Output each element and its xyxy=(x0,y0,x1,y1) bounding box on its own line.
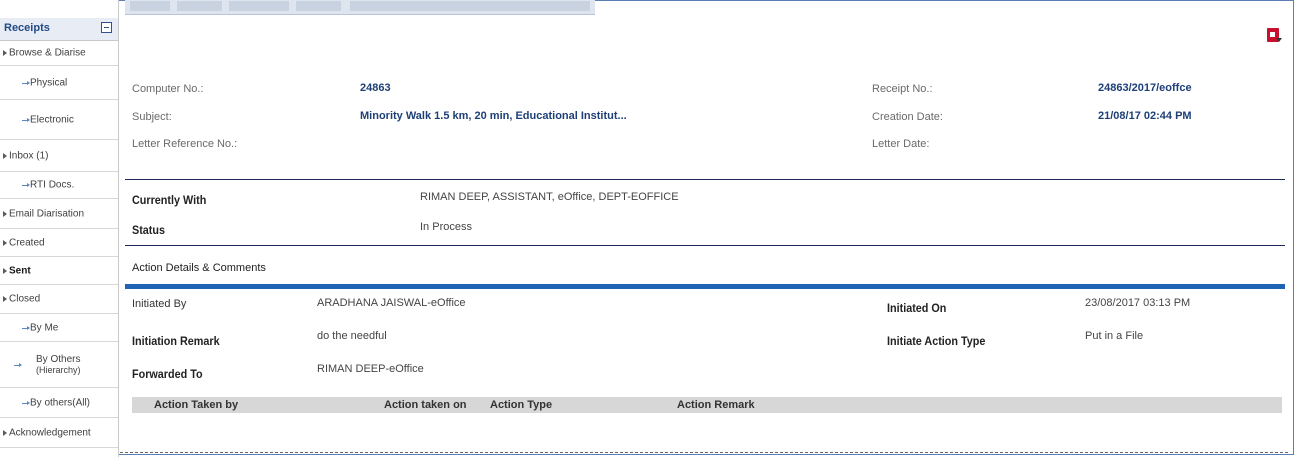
currently-with-label: Currently With xyxy=(132,193,207,207)
arrow-right-icon xyxy=(22,80,30,85)
section-bar xyxy=(125,284,1285,289)
column-action-type: Action Type xyxy=(490,399,553,411)
sidebar-item-label: Physical xyxy=(30,77,68,88)
caret-right-icon xyxy=(3,267,7,274)
divider xyxy=(125,179,1285,180)
tab[interactable] xyxy=(229,1,289,11)
column-action-taken-by: Action Taken by xyxy=(154,399,239,411)
sidebar-header: Receipts xyxy=(0,18,118,41)
sidebar-item-label: By others(All) xyxy=(30,397,91,408)
status-label: Status xyxy=(132,223,166,237)
initiation-remark-label: Initiation Remark xyxy=(132,334,220,348)
tab[interactable] xyxy=(350,1,590,11)
caret-right-icon xyxy=(3,239,7,246)
arrow-right-icon xyxy=(22,325,30,330)
arrow-right-icon xyxy=(22,183,30,187)
divider xyxy=(125,245,1285,246)
tab[interactable] xyxy=(296,1,341,11)
status-value: In Process xyxy=(420,221,472,233)
arrow-right-icon xyxy=(22,400,30,405)
initiated-by-label: Initiated By xyxy=(132,298,187,310)
initiated-on-value: 23/08/2017 03:13 PM xyxy=(1085,297,1191,309)
computer-no-value: 24863 xyxy=(360,82,391,94)
subject-label: Subject: xyxy=(132,111,172,123)
action-table-header: Action Taken by Action taken on Action T… xyxy=(132,397,1282,413)
pdf-export-icon[interactable] xyxy=(1267,28,1282,42)
sidebar-item-physical[interactable]: Physical xyxy=(0,66,118,100)
sidebar-item-closed[interactable]: Closed xyxy=(0,285,118,314)
sidebar: Receipts Browse & Diarise Physical Elect… xyxy=(0,0,119,457)
sidebar-item-by-others-all[interactable]: By others(All) xyxy=(0,388,118,418)
sidebar-item-email-diarisation[interactable]: Email Diarisation xyxy=(0,199,118,229)
sidebar-item-label: Browse & Diarise xyxy=(9,47,86,59)
sidebar-item-label-line2: (Hierarchy) xyxy=(36,364,81,375)
sidebar-item-label: RTI Docs. xyxy=(30,179,75,191)
column-action-taken-on: Action taken on xyxy=(384,399,467,411)
caret-right-icon xyxy=(3,429,7,436)
sidebar-item-by-me[interactable]: By Me xyxy=(0,314,118,342)
sidebar-item-by-others-hierarchy[interactable]: By Others (Hierarchy) xyxy=(0,342,118,388)
arrow-right-icon xyxy=(14,362,22,367)
initiate-action-type-label: Initiate Action Type xyxy=(887,334,986,348)
dashed-divider xyxy=(120,452,1288,453)
caret-right-icon xyxy=(3,296,7,302)
action-details-title: Action Details & Comments xyxy=(132,262,266,274)
caret-right-icon xyxy=(3,210,7,217)
toolbar-tabs xyxy=(125,0,595,15)
initiated-on-label: Initiated On xyxy=(887,301,947,315)
sidebar-item-label: Created xyxy=(9,237,45,248)
sidebar-item-created[interactable]: Created xyxy=(0,229,118,257)
sidebar-item-sent[interactable]: Sent xyxy=(0,257,118,285)
currently-with-value: RIMAN DEEP, ASSISTANT, eOffice, DEPT-EOF… xyxy=(420,191,679,203)
tab[interactable] xyxy=(130,1,170,11)
column-action-remark: Action Remark xyxy=(677,399,755,411)
sidebar-item-label: By Me xyxy=(30,322,59,333)
sidebar-item-label: Closed xyxy=(9,293,41,305)
initiation-remark-value: do the needful xyxy=(317,330,387,342)
sidebar-item-rti-docs[interactable]: RTI Docs. xyxy=(0,172,118,199)
caret-right-icon xyxy=(3,152,7,159)
sidebar-item-electronic[interactable]: Electronic xyxy=(0,100,118,140)
arrow-right-icon xyxy=(22,117,30,122)
sidebar-item-label: Acknowledgement xyxy=(9,427,91,438)
sidebar-item-label-line1: By Others xyxy=(36,353,81,365)
receipt-details-panel: Computer No.: 24863 Subject: Minority Wa… xyxy=(120,18,1290,455)
sidebar-item-label: By Others (Hierarchy) xyxy=(36,354,81,376)
sidebar-item-label: Email Diarisation xyxy=(9,208,85,219)
forwarded-to-label: Forwarded To xyxy=(132,367,203,381)
forwarded-to-value: RIMAN DEEP-eOffice xyxy=(317,363,424,375)
sidebar-item-label: Electronic xyxy=(30,114,74,125)
sidebar-item-acknowledgement[interactable]: Acknowledgement xyxy=(0,418,118,448)
sidebar-item-browse-diarise[interactable]: Browse & Diarise xyxy=(0,41,118,66)
sidebar-item-label: Inbox (1) xyxy=(9,150,49,161)
computer-no-label: Computer No.: xyxy=(132,83,204,95)
initiated-by-value: ARADHANA JAISWAL-eOffice xyxy=(317,297,466,309)
receipt-no-label: Receipt No.: xyxy=(872,83,933,95)
receipt-no-value: 24863/2017/eoffce xyxy=(1098,82,1192,94)
caret-right-icon xyxy=(3,50,7,56)
initiate-action-type-value: Put in a File xyxy=(1085,330,1144,342)
tab[interactable] xyxy=(177,1,222,11)
letter-date-label: Letter Date: xyxy=(872,138,930,150)
sidebar-item-label: Sent xyxy=(9,265,31,276)
subject-value: Minority Walk 1.5 km, 20 min, Educationa… xyxy=(360,110,627,122)
letter-reference-label: Letter Reference No.: xyxy=(132,138,238,150)
creation-date-label: Creation Date: xyxy=(872,111,943,123)
sidebar-title: Receipts xyxy=(4,22,50,34)
creation-date-value: 21/08/17 02:44 PM xyxy=(1098,110,1192,122)
sidebar-item-inbox[interactable]: Inbox (1) xyxy=(0,140,118,172)
collapse-icon[interactable] xyxy=(101,22,112,33)
